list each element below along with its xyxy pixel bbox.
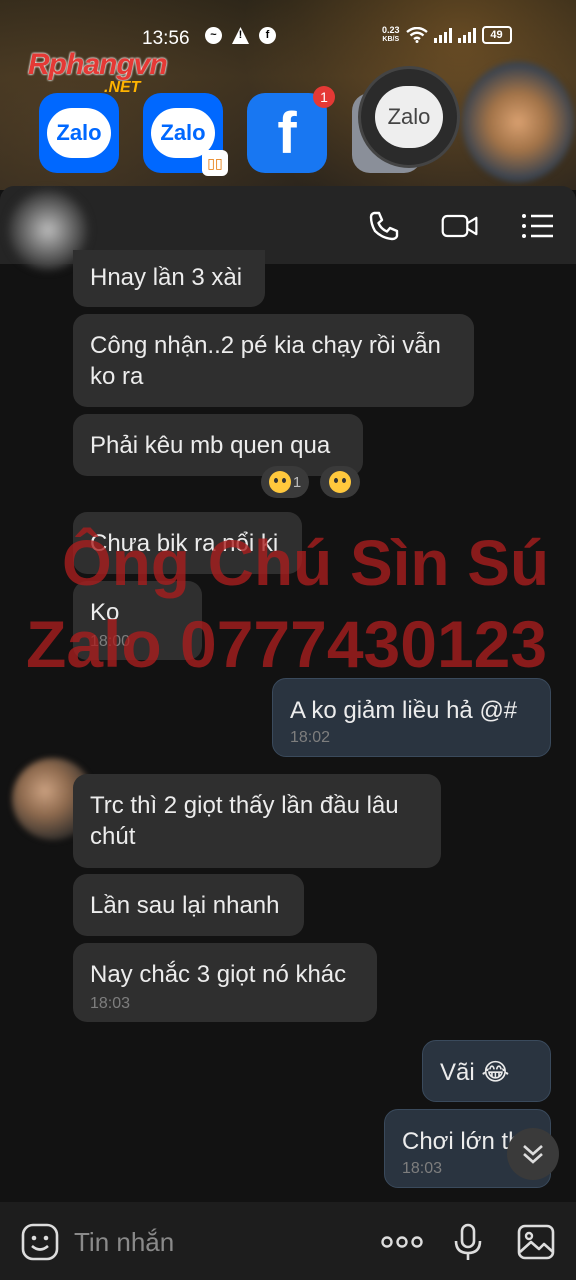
incoming-message[interactable]: Trc thì 2 giọt thấy lần đầu lâu chút: [73, 774, 441, 868]
shocked-face-emoji-icon: [329, 471, 351, 493]
facebook-notification-icon: f: [259, 27, 276, 44]
message-input[interactable]: Tin nhắn: [74, 1227, 174, 1258]
facebook-app-icon[interactable]: f: [247, 93, 327, 173]
zalo-app-icon[interactable]: Zalo: [39, 93, 119, 173]
shocked-face-emoji-icon: [268, 471, 291, 493]
signal-bars-2-icon: [457, 27, 476, 43]
battery-indicator: 49: [481, 26, 512, 44]
video-call-icon[interactable]: [440, 206, 480, 246]
microphone-icon[interactable]: [448, 1222, 488, 1262]
watermark-line-2: Zalo 0777430123: [26, 607, 548, 681]
incoming-message[interactable]: Nay chắc 3 giọt nó khác 18:03: [73, 943, 377, 1022]
wifi-icon: [405, 27, 428, 43]
dual-app-badge-icon: ▯▯: [202, 150, 228, 176]
phone-icon[interactable]: [364, 206, 404, 246]
facebook-badge: 1: [313, 86, 335, 108]
incoming-message[interactable]: Hnay lần 3 xài: [73, 250, 265, 307]
brand-logo: Rphangvn: [28, 48, 168, 81]
more-dots-icon[interactable]: [380, 1222, 424, 1262]
reaction-summary[interactable]: 1: [261, 466, 309, 498]
scroll-to-bottom-button[interactable]: [507, 1128, 559, 1180]
network-speed: 0.23 KB/S: [382, 25, 400, 44]
floating-contact-avatar[interactable]: [462, 62, 574, 182]
incoming-message[interactable]: Công nhận..2 pé kia chạy rồi vẫn ko ra: [73, 314, 474, 407]
status-indicators: 0.23 KB/S 49: [382, 26, 512, 44]
floating-zalo-chat-head[interactable]: Zalo: [358, 66, 460, 168]
outgoing-message[interactable]: Vãi 😂: [422, 1040, 551, 1102]
outgoing-message[interactable]: A ko giảm liều hả @# 18:02: [272, 678, 551, 757]
menu-list-icon[interactable]: [518, 206, 558, 246]
incoming-message[interactable]: Lần sau lại nhanh: [73, 874, 304, 936]
status-time: 13:56: [142, 28, 190, 49]
double-chevron-down-icon: [523, 1145, 543, 1164]
signal-bars-1-icon: [433, 27, 452, 43]
warning-icon: !: [232, 27, 249, 44]
image-gallery-icon[interactable]: [516, 1222, 556, 1262]
add-reaction-button[interactable]: [320, 466, 360, 498]
incoming-message[interactable]: Phải kêu mb quen qua: [73, 414, 363, 476]
messenger-icon: ~: [205, 27, 222, 44]
notification-icons: ~ ! f: [205, 27, 276, 44]
emoji-sticker-icon[interactable]: [20, 1222, 60, 1262]
watermark-line-1: Ông Chú Sìn Sú: [62, 527, 550, 599]
